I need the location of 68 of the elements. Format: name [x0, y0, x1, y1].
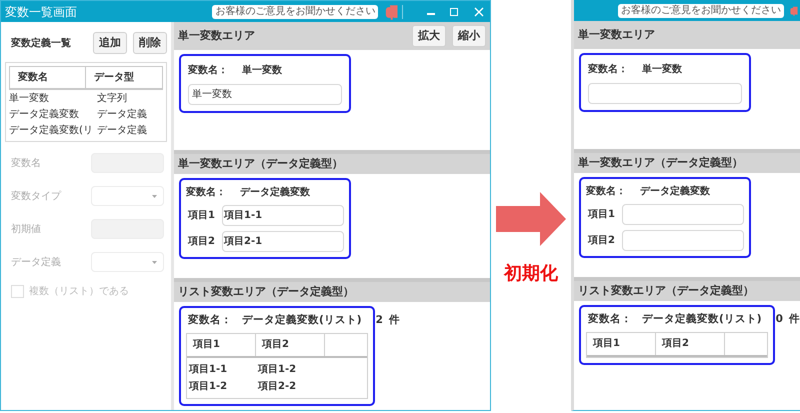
- checkbox-label: 複数（リスト）である: [29, 284, 129, 299]
- field-label: 変数名: [10, 156, 42, 170]
- field-label: 項目1: [586, 208, 616, 222]
- feedback-link[interactable]: お客様のご意見をお聞かせください: [212, 4, 378, 18]
- text-field[interactable]: 項目1-1: [222, 205, 344, 226]
- field-label: 変数名：: [586, 184, 626, 199]
- area-title: リスト変数エリア（データ定義型）: [578, 282, 754, 299]
- field-label: 項目2: [186, 235, 216, 249]
- variable-name: データ定義変数: [640, 184, 710, 199]
- table-cell-text: データ定義変数: [9, 108, 80, 122]
- transition-label: 初期化: [504, 262, 558, 286]
- count-unit: 件: [388, 313, 400, 328]
- button[interactable]: 削除: [133, 32, 167, 54]
- caret-icon: [152, 194, 157, 198]
- area-title: 単一変数エリア（データ定義型）: [178, 156, 343, 172]
- variable-name: 単一変数: [242, 63, 282, 78]
- field-label: 初期値: [10, 222, 42, 236]
- close-icon: [474, 6, 484, 16]
- table-cell-text: 項目1-2: [188, 380, 228, 394]
- area-title: 単一変数エリア: [578, 26, 655, 43]
- button[interactable]: 縮小: [452, 25, 486, 47]
- field-label: 項目1: [186, 209, 216, 223]
- panel-title: 変数定義一覧: [10, 36, 71, 50]
- count-unit: 件: [788, 312, 800, 327]
- table-cell-text: 文字列: [97, 92, 127, 106]
- variable-name: 単一変数: [642, 62, 682, 77]
- item-count: 0: [776, 312, 783, 327]
- arrow-icon: [496, 192, 566, 246]
- variable-name: データ定義変数(リスト): [242, 313, 362, 328]
- column-header: データ型: [93, 70, 135, 85]
- field-label: 変数タイプ: [10, 190, 62, 204]
- text-field[interactable]: [622, 204, 744, 225]
- table-cell-text: 項目1-2: [256, 362, 298, 377]
- button[interactable]: 拡大: [412, 25, 446, 47]
- text-field[interactable]: [622, 230, 744, 251]
- field-label: 項目2: [586, 234, 616, 248]
- feedback-link[interactable]: お客様のご意見をお聞かせください: [618, 4, 784, 18]
- column-header: 変数名: [10, 67, 86, 88]
- area-title: リスト変数エリア（データ定義型）: [178, 284, 354, 300]
- field-label: データ定義: [10, 256, 62, 270]
- minimize-icon: [426, 12, 435, 14]
- table-cell-text: データ定義: [97, 108, 147, 122]
- column-header: 項目1: [187, 334, 256, 356]
- table-cell-text: 項目2-2: [256, 380, 298, 394]
- field-label: 変数名：: [588, 62, 628, 77]
- area-title: 単一変数エリア: [178, 28, 255, 44]
- table-cell-text: データ定義: [97, 124, 147, 138]
- area-title: 単一変数エリア（データ定義型）: [578, 154, 743, 171]
- variable-name: データ定義変数(リスト): [642, 312, 762, 327]
- table-cell-text: データ定義変数(リ: [9, 124, 94, 138]
- text-field[interactable]: 項目2-1: [222, 231, 344, 252]
- text-field[interactable]: 単一変数: [188, 84, 342, 105]
- column-header: 項目1: [587, 332, 656, 355]
- field-label: 変数名：: [188, 63, 228, 78]
- caret-icon: [152, 260, 157, 264]
- window-title: 変数一覧画面: [5, 4, 78, 20]
- column-header: 項目2: [256, 334, 325, 356]
- table-cell-text: 項目1-1: [188, 362, 228, 377]
- variable-name: データ定義変数: [240, 185, 310, 200]
- button[interactable]: 追加: [93, 32, 127, 54]
- column-header: 項目2: [656, 332, 725, 355]
- field-label: 変数名：: [588, 312, 632, 327]
- field-label: 変数名：: [188, 313, 232, 328]
- field-label: 変数名：: [186, 185, 226, 200]
- item-count: 2: [376, 313, 383, 328]
- table-cell-text: 単一変数: [9, 92, 50, 106]
- maximize-icon: [448, 6, 458, 16]
- text-field[interactable]: [588, 83, 742, 104]
